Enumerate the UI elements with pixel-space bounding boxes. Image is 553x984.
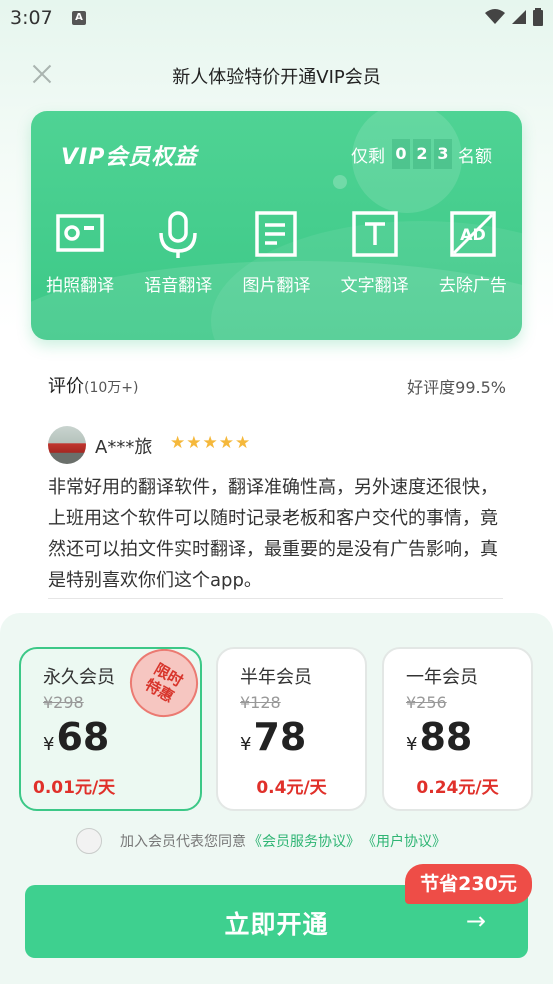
plan-name: 半年会员	[240, 667, 312, 688]
plan-per-day: 0.24元/天	[416, 778, 499, 798]
status-icons	[485, 8, 543, 26]
remaining-digit: 2	[413, 139, 431, 169]
plan-price: ¥78	[240, 715, 306, 759]
remaining-prefix: 仅剩	[351, 146, 385, 167]
feature-voice-translate[interactable]: 语音翻译	[129, 211, 227, 296]
plan-original-price: ¥298	[43, 693, 84, 712]
plan-name: 一年会员	[406, 667, 478, 688]
signal-icon	[512, 10, 526, 24]
vip-benefits-title: VIP会员权益	[61, 145, 198, 170]
plan-lifetime[interactable]: 永久会员 ¥298 ¥68 0.01元/天 限时 特惠	[19, 647, 202, 811]
promo-badge: 限时 特惠	[117, 649, 200, 730]
plan-price: ¥68	[43, 715, 109, 759]
currency-symbol: ¥	[43, 734, 55, 755]
feature-list: 拍照翻译 语音翻译 图片翻译 文字翻译 去除广告	[31, 211, 522, 296]
user-agreement-link[interactable]: 《用户协议》	[362, 831, 446, 851]
feature-label: 图片翻译	[242, 276, 311, 296]
microphone-icon	[159, 211, 198, 258]
star-icon: ★	[218, 433, 234, 453]
feature-image-translate[interactable]: 图片翻译	[227, 211, 325, 296]
star-icon: ★	[202, 433, 218, 453]
document-icon	[255, 211, 298, 257]
currency-symbol: ¥	[240, 734, 252, 755]
plan-per-day: 0.4元/天	[256, 778, 327, 798]
member-service-agreement-link[interactable]: 《会员服务协议》	[248, 831, 360, 851]
wifi-icon	[485, 9, 505, 24]
agreement-row: 加入会员代表您同意 《会员服务协议》 《用户协议》	[76, 828, 446, 854]
text-icon	[351, 211, 398, 257]
no-ads-icon: AD	[450, 211, 496, 257]
arrow-right-icon: →	[465, 907, 486, 935]
status-time: 3:07	[10, 7, 53, 29]
page-title: 新人体验特价开通VIP会员	[172, 67, 381, 88]
reviews-rating: 好评度99.5%	[407, 378, 506, 397]
reviews-count: (10万+)	[84, 380, 139, 396]
divider	[48, 598, 503, 599]
camera-icon	[56, 214, 104, 252]
feature-text-translate[interactable]: 文字翻译	[326, 211, 424, 296]
feature-remove-ads[interactable]: AD 去除广告	[424, 211, 522, 296]
plan-original-price: ¥256	[406, 693, 447, 712]
plan-one-year[interactable]: 一年会员 ¥256 ¥88 0.24元/天	[382, 647, 533, 811]
plan-price: ¥88	[406, 715, 472, 759]
remaining-digit: 3	[434, 139, 452, 169]
reviews-heading: 评价(10万+)	[48, 372, 138, 398]
star-rating: ★ ★ ★ ★ ★	[170, 435, 250, 452]
card-decoration	[333, 175, 347, 189]
notification-icon: A	[72, 11, 86, 25]
plan-price-value: 88	[419, 715, 473, 759]
star-icon: ★	[235, 433, 251, 453]
agreement-text: 加入会员代表您同意	[120, 834, 246, 850]
reviews-heading-label: 评价	[48, 376, 84, 397]
review-text: 非常好用的翻译软件，翻译准确性高，另外速度还很快，上班用这个软件可以随时记录老板…	[48, 477, 498, 591]
star-icon: ★	[170, 433, 186, 453]
plan-per-day: 0.01元/天	[33, 778, 116, 798]
plan-name: 永久会员	[43, 667, 115, 688]
agree-radio[interactable]	[76, 828, 102, 854]
reviewer-name: A***旅	[95, 437, 153, 458]
status-bar: 3:07 A	[0, 0, 553, 38]
plan-original-price: ¥128	[240, 693, 281, 712]
remaining-slots: 仅剩 0 2 3 名额	[351, 139, 492, 169]
avatar	[48, 426, 86, 464]
currency-symbol: ¥	[406, 734, 418, 755]
plan-price-value: 68	[56, 715, 110, 759]
feature-label: 语音翻译	[144, 276, 213, 296]
feature-photo-translate[interactable]: 拍照翻译	[31, 211, 129, 296]
vip-benefits-card: VIP会员权益 仅剩 0 2 3 名额 拍照翻译 语音翻译 图片翻译 文字翻译 …	[31, 111, 522, 340]
remaining-digit: 0	[392, 139, 410, 169]
feature-label: 文字翻译	[340, 276, 409, 296]
remaining-suffix: 名额	[458, 146, 492, 167]
feature-label: 去除广告	[438, 276, 507, 296]
promo-badge-text: 限时 特惠	[141, 659, 186, 707]
open-now-label: 立即开通	[224, 910, 329, 939]
feature-label: 拍照翻译	[46, 276, 115, 296]
star-icon: ★	[186, 433, 202, 453]
plan-half-year[interactable]: 半年会员 ¥128 ¥78 0.4元/天	[216, 647, 367, 811]
battery-icon	[533, 8, 543, 26]
savings-tag: 节省230元	[405, 864, 532, 904]
plan-price-value: 78	[253, 715, 307, 759]
